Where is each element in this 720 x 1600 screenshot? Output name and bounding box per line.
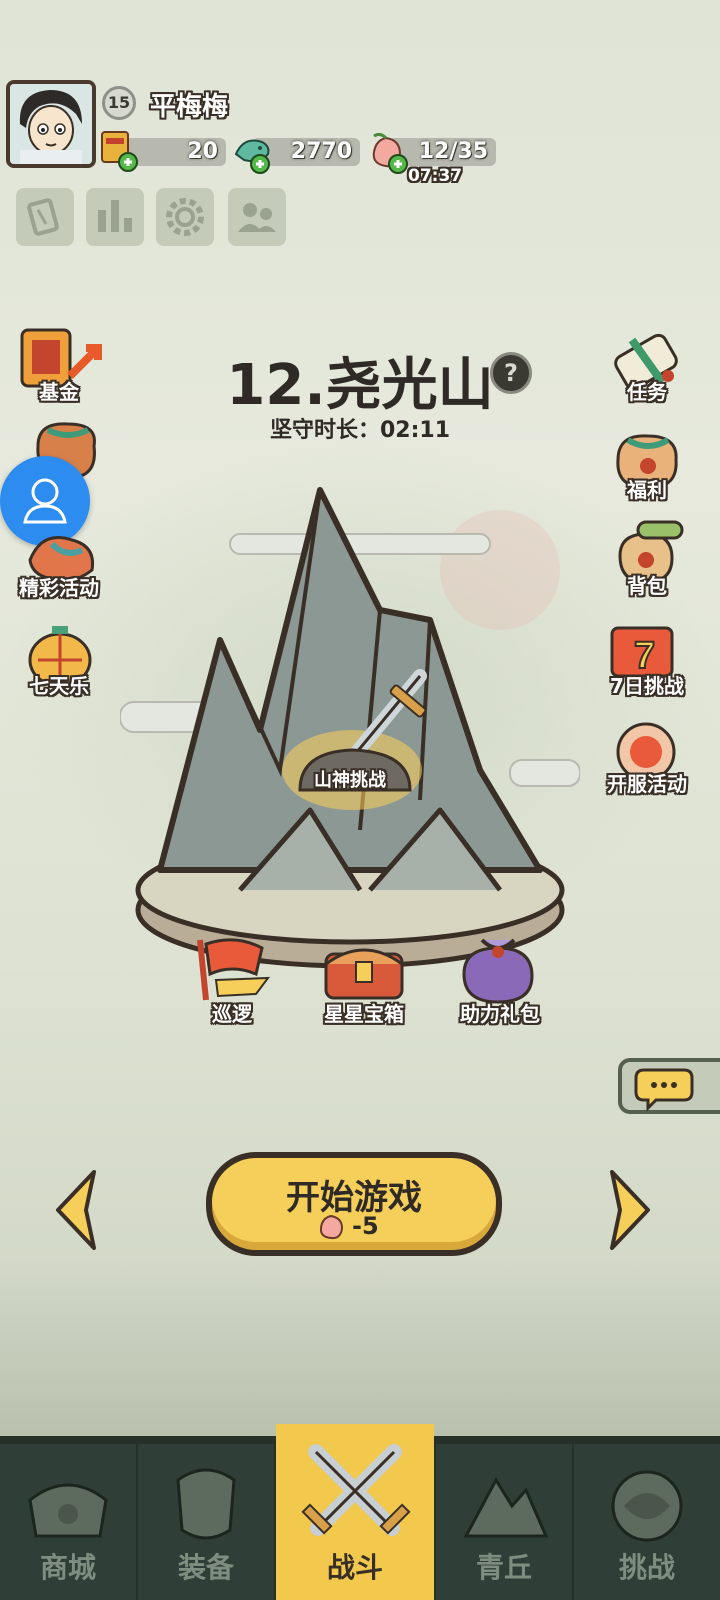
help-gift-button[interactable] [452, 930, 544, 1004]
help-gift-label: 助力礼包 [460, 1002, 540, 1026]
guard-duration: 坚守时长：02:11 [269, 418, 451, 443]
help-gift-bag-icon [462, 938, 534, 1004]
star-chest-button[interactable] [318, 934, 410, 1004]
nav-shop[interactable]: 商城 [0, 1444, 136, 1600]
star-chest-label: 星星宝箱 [324, 1002, 404, 1026]
add-ticket-button[interactable] [118, 152, 140, 174]
next-level-arrow[interactable] [600, 1166, 656, 1254]
chevron-right-icon [610, 1170, 650, 1250]
server-event-label: 开服活动 [607, 772, 687, 796]
add-stamina-button[interactable] [388, 152, 410, 174]
chat-button[interactable] [618, 1058, 720, 1114]
settings-gear-icon [166, 198, 204, 236]
mountain-icon [463, 1476, 549, 1538]
ranking-icon [98, 200, 132, 232]
patrol-flag-icon [197, 938, 271, 1001]
player-name: 平梅梅 [150, 92, 229, 122]
settings-button[interactable] [156, 188, 214, 246]
stamina-timer: 07:37 [408, 166, 463, 186]
start-cost: -5 [352, 1212, 379, 1240]
friends-icon [238, 203, 276, 232]
shop-icon [28, 1483, 108, 1538]
card-icon [27, 198, 59, 236]
nav-challenge[interactable]: 挑战 [574, 1444, 720, 1600]
friends-button[interactable] [228, 188, 286, 246]
patrol-label: 巡逻 [212, 1002, 252, 1026]
help-button[interactable]: ? [490, 352, 532, 394]
nav-equipment-label: 装备 [177, 1551, 234, 1584]
nav-battle-label: 战斗 [326, 1551, 383, 1584]
seven-day-challenge-label: 7日挑战 [610, 674, 684, 698]
nav-qingqiu-label: 青丘 [475, 1551, 532, 1584]
mountain-stage [119, 470, 581, 990]
challenge-orb-icon [611, 1470, 683, 1542]
chevron-left-icon [56, 1170, 96, 1250]
previous-level-arrow[interactable] [50, 1166, 106, 1254]
add-jade-button[interactable] [250, 152, 272, 174]
patrol-button[interactable] [186, 934, 278, 1004]
player-avatar[interactable] [6, 80, 96, 168]
armor-icon [176, 1468, 236, 1540]
seven-day-label: 七天乐 [29, 674, 89, 698]
ranking-button[interactable] [86, 188, 144, 246]
start-cost-peach-icon [316, 1212, 346, 1242]
crossed-swords-icon [301, 1444, 411, 1536]
stage-title: 12.尧光山 [226, 353, 494, 418]
star-chest-icon [324, 948, 404, 1000]
chat-bubble-icon [634, 1068, 694, 1112]
nav-shop-label: 商城 [39, 1551, 96, 1584]
mountain-god-challenge-label[interactable]: 山神挑战 [290, 766, 410, 792]
backpack-label: 背包 [627, 574, 667, 598]
level-badge: 15 [102, 86, 136, 120]
card-button[interactable] [16, 188, 74, 246]
nav-qingqiu[interactable]: 青丘 [436, 1444, 572, 1600]
bottom-hills [0, 1260, 720, 1440]
start-game-button[interactable]: 开始游戏 -5 [206, 1152, 502, 1256]
nav-challenge-label: 挑战 [618, 1551, 675, 1584]
nav-equipment[interactable]: 装备 [138, 1444, 274, 1600]
welfare-label: 福利 [627, 478, 667, 502]
featured-events-label: 精彩活动 [19, 576, 99, 600]
nav-battle[interactable]: 战斗 [276, 1424, 434, 1600]
